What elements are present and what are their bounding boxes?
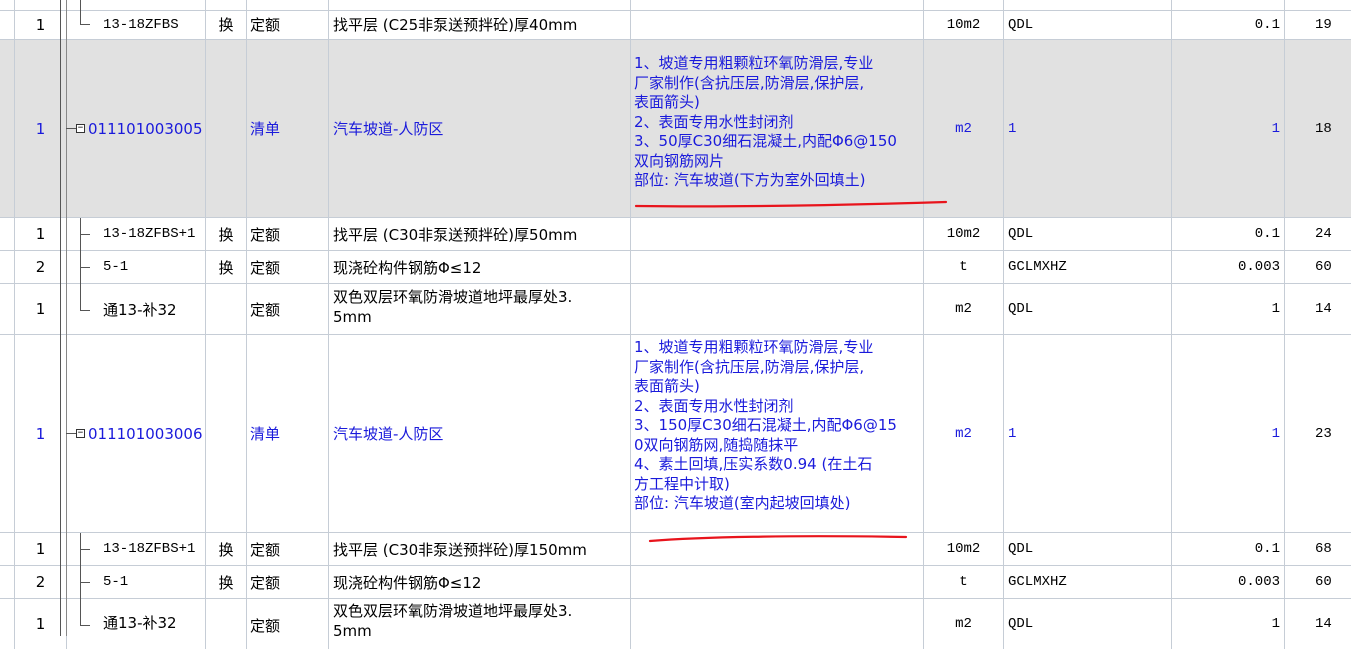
annotation-underline [648,535,908,543]
annotation-underlines [634,200,948,543]
annotation-underline [634,200,948,208]
